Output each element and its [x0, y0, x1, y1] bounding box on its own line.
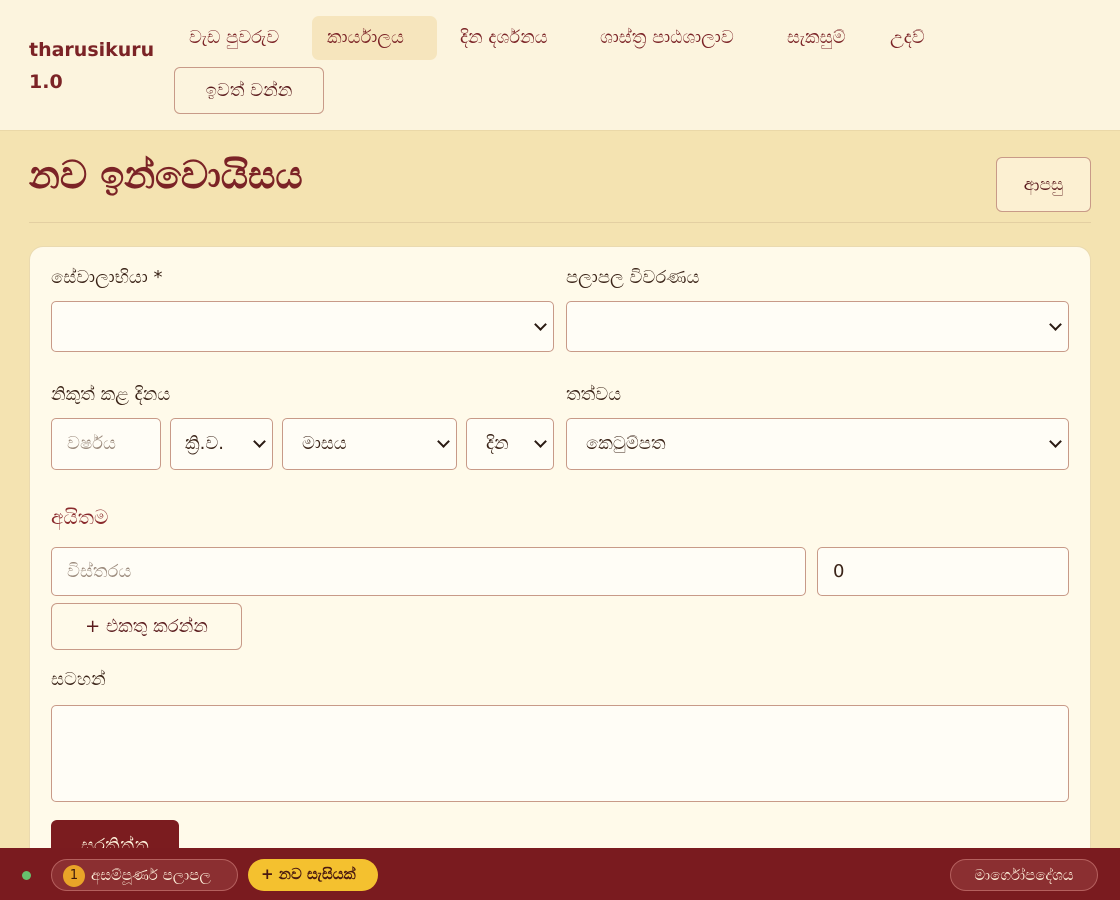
bottom-status-bar: 1 අසම්පූර්ණ පලාපල + නව සැසියක් මාර්ගෝපදේශ…	[0, 848, 1120, 900]
drafts-count-badge: 1	[63, 865, 85, 887]
notes-textarea[interactable]	[51, 705, 1069, 802]
month-select[interactable]: මාසය	[282, 418, 457, 470]
month-select-value: මාසය	[302, 433, 347, 454]
era-select[interactable]: ක්‍රි.ව.	[170, 418, 273, 470]
nav-item-school[interactable]: ශාස්ත්‍ර පාඨශාලාව	[585, 16, 749, 60]
drafts-label: අසම්පූර්ණ පලාපල	[91, 866, 211, 884]
chevron-down-icon	[1049, 317, 1062, 331]
guide-button[interactable]: මාර්ගෝපදේශය	[950, 859, 1098, 891]
day-select[interactable]: දින	[466, 418, 554, 470]
add-item-button[interactable]: + එකතු කරන්න	[51, 603, 242, 650]
incomplete-results-button[interactable]: 1 අසම්පූර්ණ පලාපල	[51, 859, 238, 891]
new-session-button[interactable]: + නව සැසියක්	[248, 859, 378, 891]
results-select[interactable]	[566, 301, 1069, 352]
nav-item-office[interactable]: කාර්යාලය	[312, 16, 437, 60]
nav-item-help[interactable]: උදව්	[875, 16, 940, 60]
year-input-placeholder: වර්ෂය	[67, 433, 116, 454]
item-amount-value: 0	[833, 561, 845, 582]
item-description-input[interactable]: විස්තරය	[51, 547, 806, 596]
nav-item-settings[interactable]: සැකසුම්	[772, 16, 860, 60]
chevron-down-icon	[534, 317, 547, 331]
items-section-title: අයිතම	[51, 505, 109, 529]
connection-status-dot	[22, 871, 31, 880]
results-label: පලාපල විවරණය	[566, 267, 700, 288]
back-button[interactable]: ආපසු	[996, 157, 1091, 212]
chevron-down-icon	[534, 435, 547, 448]
nav-item-calendar[interactable]: දින දර්ශනය	[445, 16, 563, 60]
year-input[interactable]: වර්ෂය	[51, 418, 161, 470]
header-divider	[29, 222, 1091, 223]
client-select[interactable]	[51, 301, 554, 352]
era-select-value: ක්‍රි.ව.	[185, 433, 225, 454]
status-select[interactable]: කෙටුම්පත	[566, 418, 1069, 470]
logout-button[interactable]: ඉවත් වන්න	[174, 67, 324, 114]
chevron-down-icon	[437, 435, 450, 448]
client-label: සේවාලාභියා *	[51, 267, 163, 288]
page-title: නව ඉන්වොයිසය	[29, 152, 303, 197]
app-title[interactable]: tharusikuru 1.0	[29, 34, 159, 98]
top-navbar: tharusikuru 1.0 වැඩ පුවරුව කාර්යාලය දින …	[0, 0, 1120, 131]
status-label: තත්වය	[566, 384, 622, 405]
item-amount-input[interactable]: 0	[817, 547, 1069, 596]
issue-date-label: නිකුත් කළ දිනය	[51, 384, 171, 405]
item-description-placeholder: විස්තරය	[67, 561, 132, 582]
chevron-down-icon	[1049, 435, 1062, 448]
nav-item-dashboard[interactable]: වැඩ පුවරුව	[174, 16, 294, 60]
chevron-down-icon	[253, 435, 266, 448]
status-select-value: කෙටුම්පත	[586, 433, 666, 454]
day-select-value: දින	[486, 433, 509, 454]
notes-label: සටහන්	[51, 669, 106, 690]
